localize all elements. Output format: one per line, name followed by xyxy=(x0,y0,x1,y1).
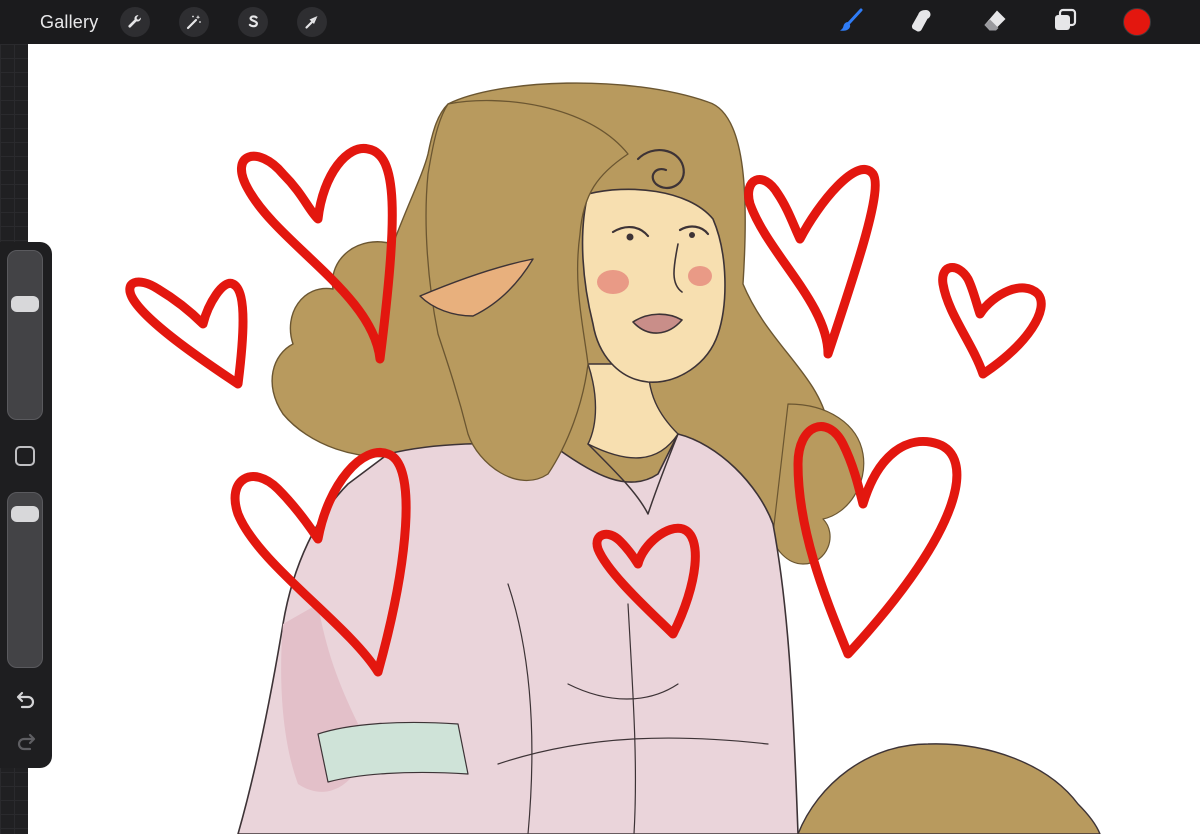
transform-button[interactable] xyxy=(297,7,327,37)
heart-4 xyxy=(938,263,1046,379)
magic-wand-icon xyxy=(185,13,203,31)
cheek-left xyxy=(597,270,629,294)
modify-button[interactable] xyxy=(15,446,35,466)
selection-s-icon xyxy=(244,13,262,31)
sash xyxy=(317,721,469,783)
eraser-icon xyxy=(980,6,1010,41)
undo-icon xyxy=(14,691,38,716)
brush-size-slider[interactable] xyxy=(7,250,43,420)
selection-button[interactable] xyxy=(238,7,268,37)
brush-icon xyxy=(836,6,866,41)
wrench-icon xyxy=(126,13,144,31)
transform-arrow-icon xyxy=(303,13,321,31)
top-toolbar: Gallery xyxy=(0,0,1200,44)
layers-icon xyxy=(1050,6,1080,41)
artwork-illustration xyxy=(125,82,1101,834)
hair-bottom-right xyxy=(797,743,1101,834)
gallery-button[interactable]: Gallery xyxy=(40,10,98,34)
smudge-icon xyxy=(906,6,936,41)
left-sidebar xyxy=(0,242,52,768)
undo-button[interactable] xyxy=(14,688,38,712)
redo-button[interactable] xyxy=(14,730,38,754)
brush-tool-button[interactable] xyxy=(836,8,866,38)
color-picker-button[interactable] xyxy=(1123,8,1151,36)
smudge-tool-button[interactable] xyxy=(906,8,936,38)
opacity-slider[interactable] xyxy=(7,492,43,668)
layers-button[interactable] xyxy=(1050,8,1080,38)
brush-size-thumb[interactable] xyxy=(11,296,39,312)
eraser-tool-button[interactable] xyxy=(980,8,1010,38)
adjustments-button[interactable] xyxy=(179,7,209,37)
procreate-window: Gallery xyxy=(0,0,1200,834)
cheek-right xyxy=(688,266,712,286)
opacity-thumb[interactable] xyxy=(11,506,39,522)
heart-2 xyxy=(125,277,248,389)
redo-icon xyxy=(14,733,38,758)
drawing-canvas[interactable] xyxy=(28,44,1200,834)
actions-button[interactable] xyxy=(120,7,150,37)
